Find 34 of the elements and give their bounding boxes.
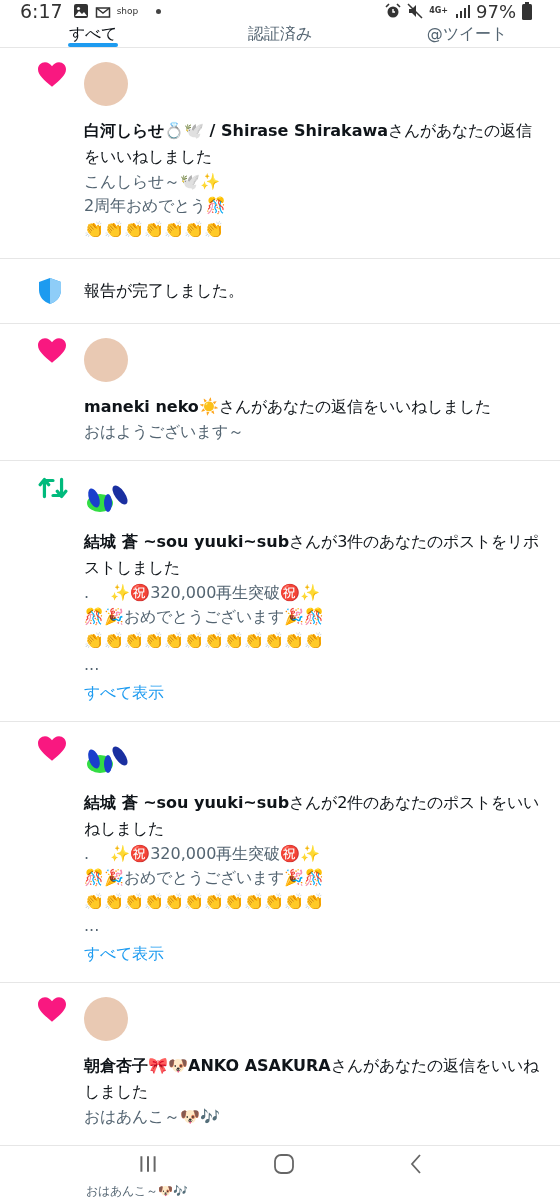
battery-icon xyxy=(522,2,532,20)
tab[interactable]: すべて xyxy=(0,22,187,47)
notification-text: 報告が完了しました。 xyxy=(84,280,244,302)
post-excerpt: こんしらせ～🕊✨ 2周年おめでとう🎊 👏👏👏👏👏👏👏 xyxy=(84,171,227,241)
shield-icon xyxy=(38,277,62,305)
post-excerpt: おはあんこ～🐶🎶 xyxy=(84,1106,220,1128)
heart-icon xyxy=(38,997,66,1023)
back-icon[interactable] xyxy=(409,1153,423,1175)
battery-percentage: 97% xyxy=(476,0,516,22)
repost-icon xyxy=(38,475,68,501)
signal-icon xyxy=(454,3,470,19)
tab[interactable]: 認証済み xyxy=(186,22,374,47)
notification-text: maneki neko☀さんがあなたの返信をいいねしました xyxy=(84,396,491,418)
post-excerpt: . ✨㊗320,000再生突破㊗✨ 🎊🎉おめでとうございます🎉🎊 👏👏👏👏👏👏👏👏👏👏👏👏 ... xyxy=(84,843,324,937)
status-time: 6:17 xyxy=(20,0,63,22)
mute-icon xyxy=(407,3,424,19)
post-excerpt: おはあんこ～🐶🎶 xyxy=(85,1183,189,1200)
alarm-icon xyxy=(385,3,402,19)
image-icon xyxy=(72,3,89,19)
notification-label: shop xyxy=(116,6,139,16)
post-excerpt: . ✨㊗320,000再生突破㊗✨ 🎊🎉おめでとうございます🎉🎊 👏👏👏👏👏👏👏👏👏👏👏👏 ... xyxy=(84,582,324,676)
tab[interactable]: @ツイート xyxy=(373,22,560,47)
heart-icon xyxy=(38,736,66,762)
heart-icon xyxy=(38,62,66,88)
heart-icon xyxy=(38,338,66,364)
recent-apps-icon[interactable] xyxy=(137,1153,159,1175)
notification-text: 結城 蒼 ~sou yuuki~subさんが2件のあなたのポストをいいねしました xyxy=(84,792,541,840)
post-excerpt: おはようございます～ xyxy=(84,421,244,443)
notification-text: 白河しらせ💍🕊 / Shirase Shirakawaさんがあなたの返信をいいねしました xyxy=(84,120,534,168)
network-type: 4G+ xyxy=(429,7,448,15)
notification-text: 朝倉杏子🎀🐶ANKO ASAKURAさんがあなたの返信をいいねしました xyxy=(84,1055,540,1103)
home-icon[interactable] xyxy=(273,1153,295,1175)
more-notifications-icon xyxy=(156,8,162,14)
notification-text: 結城 蒼 ~sou yuuki~subさんが3件のあなたのポストをリポストしました xyxy=(84,531,541,579)
